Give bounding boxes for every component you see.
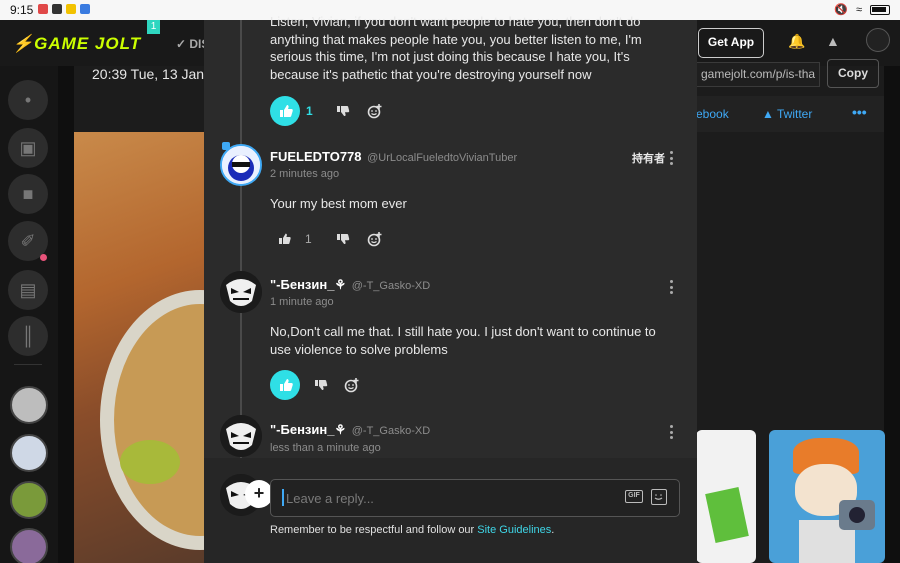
comment-handle[interactable]: @-T_Gasko-XD xyxy=(352,280,430,292)
avatar-status-dot xyxy=(222,142,230,150)
sidebar-divider xyxy=(14,364,42,365)
guidelines-prefix: Remember to be respectful and follow our xyxy=(270,524,478,536)
sidebar-explore-icon[interactable]: • xyxy=(8,80,48,120)
sidebar-chat-icon[interactable]: ▤ xyxy=(8,270,48,310)
recommended-post-thumbnail[interactable] xyxy=(769,430,885,563)
left-sidebar: • ▣ ■ ✐ ▤ ║ xyxy=(0,66,58,563)
bell-icon[interactable]: 🔔 xyxy=(788,33,805,50)
mute-icon: 🔇 xyxy=(834,4,848,16)
thread-line xyxy=(240,20,242,460)
lime-shape xyxy=(120,440,180,484)
thumbs-up-icon xyxy=(280,105,293,117)
notification-icon xyxy=(66,4,76,14)
comment-options-icon[interactable] xyxy=(670,151,674,168)
share-more-button[interactable]: ••• xyxy=(852,104,867,120)
notification-icon xyxy=(52,4,62,14)
owner-tag: 持有者 xyxy=(632,153,665,165)
comment-text: No,Don't call me that. I still hate you.… xyxy=(270,324,656,357)
share-url-input[interactable]: gamejolt.com/p/is-tha xyxy=(696,62,820,87)
community-avatar[interactable] xyxy=(10,528,48,563)
status-time: 9:15 xyxy=(10,3,34,17)
status-system-icons: 🔇 ≈ xyxy=(834,3,890,16)
guidelines-suffix: . xyxy=(551,524,555,536)
like-count: 1 xyxy=(306,104,313,118)
sidebar-backpack-icon[interactable]: ■ xyxy=(8,174,48,214)
thumbs-down-icon[interactable] xyxy=(314,378,328,395)
app-root: 9:15 🔇 ≈ ⚡GAME JOLT 1 ✓ DIS Get App 🔔 ▲ … xyxy=(0,0,900,563)
thumbs-up-icon[interactable] xyxy=(278,232,292,249)
notification-count-badge: 1 xyxy=(147,20,160,34)
comment-text: Your my best mom ever xyxy=(270,196,407,211)
comment-handle[interactable]: @UrLocalFueledtoVivianTuber xyxy=(367,152,517,164)
reply-placeholder: Leave a reply... xyxy=(286,491,374,506)
commenter-avatar[interactable] xyxy=(220,271,262,313)
sidebar-library-icon[interactable]: ║ xyxy=(8,316,48,356)
status-notification-icons xyxy=(38,4,90,14)
notification-icon xyxy=(38,4,48,14)
share-twitter-link[interactable]: ▲ Twitter xyxy=(762,107,812,121)
recommended-post-thumbnail[interactable] xyxy=(696,430,756,563)
post-date: 20:39 Tue, 13 Jan xyxy=(92,66,205,82)
add-reaction-icon[interactable] xyxy=(344,377,360,396)
commenter-avatar[interactable] xyxy=(220,415,262,457)
gif-button[interactable]: GIF xyxy=(625,490,643,503)
wifi-icon: ≈ xyxy=(855,3,862,16)
site-guidelines-link[interactable]: Site Guidelines xyxy=(477,524,551,536)
thumbs-down-icon[interactable] xyxy=(336,232,350,249)
like-button[interactable] xyxy=(270,96,300,126)
post-image[interactable] xyxy=(74,132,300,563)
copy-button[interactable]: Copy xyxy=(827,59,879,88)
thumbs-down-icon[interactable] xyxy=(336,104,350,121)
comment-text: Listen, Vivian, if you don't want people… xyxy=(270,14,642,82)
community-avatar[interactable] xyxy=(10,481,48,519)
emoji-icon[interactable] xyxy=(651,489,667,505)
share-facebook-link[interactable]: ebook xyxy=(696,107,729,121)
quests-icon[interactable]: ▲ xyxy=(826,33,840,49)
battery-icon xyxy=(870,4,890,15)
commenter-avatar[interactable] xyxy=(220,144,262,186)
notification-icon xyxy=(80,4,90,14)
thumbs-up-icon xyxy=(280,379,293,391)
user-avatar[interactable] xyxy=(866,28,890,52)
comment-time[interactable]: 1 minute ago xyxy=(270,296,334,308)
thumbnail-shape xyxy=(705,487,749,543)
comment-author[interactable]: "-Бензин_⚘ @-T_Gasko-XD xyxy=(270,422,430,438)
community-avatar[interactable] xyxy=(10,386,48,424)
comment-handle[interactable]: @-T_Gasko-XD xyxy=(352,425,430,437)
sidebar-shop-icon[interactable]: ▣ xyxy=(8,128,48,168)
like-count: 1 xyxy=(305,232,312,246)
add-attachment-button[interactable]: + xyxy=(245,480,273,508)
comment-time[interactable]: 2 minutes ago xyxy=(270,168,339,180)
comment-author[interactable]: FUELEDTO778 @UrLocalFueledtoVivianTuber xyxy=(270,149,517,164)
comment-time[interactable]: less than a minute ago xyxy=(270,442,381,454)
gamejolt-logo[interactable]: ⚡GAME JOLT xyxy=(12,34,141,54)
get-app-button[interactable]: Get App xyxy=(698,28,764,58)
camera-icon xyxy=(839,500,875,530)
comment-author[interactable]: "-Бензин_⚘ @-T_Gasko-XD xyxy=(270,277,430,293)
add-reaction-icon[interactable] xyxy=(367,103,383,122)
guidelines-text: Remember to be respectful and follow our… xyxy=(270,524,554,536)
community-avatar[interactable] xyxy=(10,434,48,472)
notification-dot xyxy=(40,254,47,261)
comment-options-icon[interactable] xyxy=(670,280,674,297)
text-caret xyxy=(282,489,284,506)
like-button[interactable] xyxy=(270,370,300,400)
add-reaction-icon[interactable] xyxy=(367,231,383,250)
comment-options-icon[interactable] xyxy=(670,425,674,442)
